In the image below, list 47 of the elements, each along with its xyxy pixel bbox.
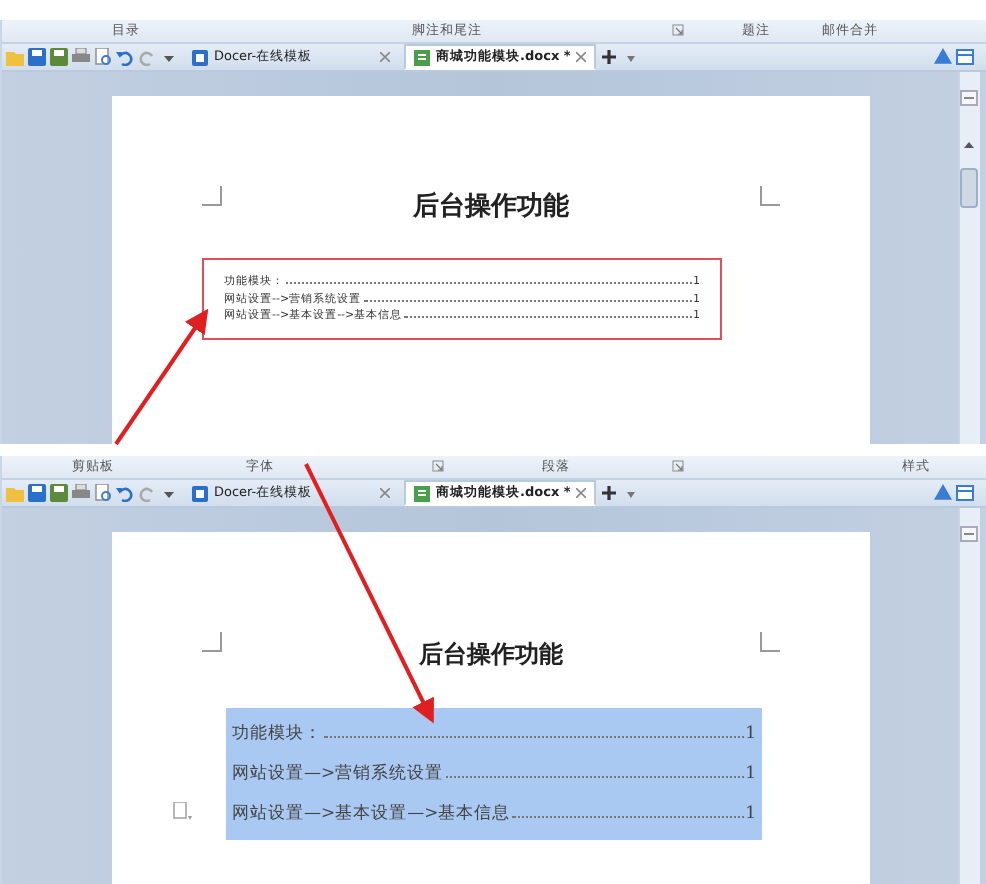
close-icon[interactable] xyxy=(380,52,390,62)
scrollbar[interactable] xyxy=(958,508,980,884)
window-icon[interactable] xyxy=(956,48,974,66)
dialog-launcher-icon[interactable] xyxy=(672,24,684,36)
corner-mark xyxy=(760,186,780,206)
print-preview-icon[interactable] xyxy=(94,484,112,502)
print-icon[interactable] xyxy=(72,484,90,502)
close-icon[interactable] xyxy=(576,488,587,498)
toc-page-number: 1 xyxy=(745,802,756,828)
corner-mark xyxy=(760,632,780,652)
corner-mark xyxy=(202,632,222,652)
print-icon[interactable] xyxy=(72,48,90,66)
skin-icon[interactable] xyxy=(934,48,952,66)
dialog-launcher-icon[interactable] xyxy=(672,460,684,472)
toc-entry-text: 网站设置—>基本设置—>基本信息 xyxy=(232,802,511,828)
plus-icon[interactable] xyxy=(600,484,619,502)
print-preview-icon[interactable] xyxy=(94,48,112,66)
save-as-icon[interactable] xyxy=(50,48,68,66)
toc-entry-text: 功能模块： xyxy=(232,722,322,748)
arrow xyxy=(114,308,209,446)
corner-mark xyxy=(202,186,222,206)
scrollbar[interactable] xyxy=(958,72,980,444)
save-icon[interactable] xyxy=(28,48,46,66)
plus-icon[interactable] xyxy=(600,48,619,66)
document-icon xyxy=(414,485,430,501)
document-title: 后台操作功能 xyxy=(413,189,569,226)
save-as-icon[interactable] xyxy=(50,484,68,502)
undo-icon[interactable] xyxy=(116,484,134,502)
window-icon[interactable] xyxy=(956,484,974,502)
document-icon xyxy=(414,49,430,65)
docer-icon xyxy=(192,49,208,65)
document-title: 后台操作功能 xyxy=(419,638,563,672)
scroll-thumb[interactable] xyxy=(960,168,978,208)
undo-icon[interactable] xyxy=(116,48,134,66)
dialog-launcher-icon[interactable] xyxy=(432,460,444,472)
save-icon[interactable] xyxy=(28,484,46,502)
close-icon[interactable] xyxy=(576,52,587,62)
close-icon[interactable] xyxy=(380,488,390,498)
skin-icon[interactable] xyxy=(934,484,952,502)
paste-options-icon[interactable] xyxy=(172,802,192,822)
split-icon[interactable] xyxy=(960,89,978,106)
toc-entry-text: 网站设置—>营销系统设置 xyxy=(232,761,444,788)
docer-icon xyxy=(192,485,208,501)
toc-page-number: 1 xyxy=(745,722,756,748)
scroll-up-icon[interactable] xyxy=(960,138,978,153)
split-icon[interactable] xyxy=(960,525,978,542)
toc-page-number: 1 xyxy=(745,762,756,788)
